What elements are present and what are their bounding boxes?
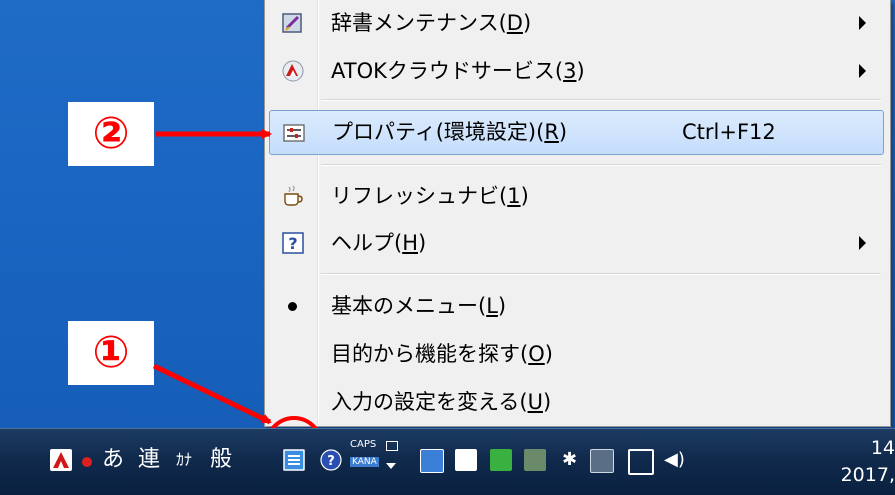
menu-item-input-settings[interactable]: 入力の設定を変える(U) <box>269 381 884 423</box>
usb-tray-icon[interactable] <box>524 449 546 471</box>
menu-item-label: リフレッシュナビ(1) <box>331 184 529 208</box>
volume-icon[interactable]: ◀) <box>664 445 685 475</box>
submenu-arrow-icon <box>859 64 866 78</box>
clock-time: 14 <box>870 437 895 459</box>
menu-item-basic-menu[interactable]: 基本のメニュー(L) <box>269 285 884 327</box>
menu-item-shortcut: Ctrl+F12 <box>682 120 776 144</box>
coffee-cup-icon <box>284 185 303 206</box>
atok-dictionary-icon <box>282 13 302 33</box>
menu-item-label: ATOKクラウドサービス(3) <box>331 59 585 83</box>
menu-item-properties[interactable]: プロパティ(環境設定)(R) Ctrl+F12 <box>269 110 884 155</box>
callout-step-2: ② <box>68 102 154 166</box>
ime-hiragana-mode[interactable]: あ <box>102 445 124 475</box>
menu-item-label: 入力の設定を変える(U) <box>331 390 552 414</box>
menu-item-help[interactable]: ? ヘルプ(H) <box>269 222 884 264</box>
menu-item-refresh-navi[interactable]: リフレッシュナビ(1) <box>269 175 884 217</box>
help-circle-icon[interactable]: ? <box>320 449 342 471</box>
calendar-tray-icon[interactable] <box>455 449 477 471</box>
menu-item-label: 基本のメニュー(L) <box>331 294 507 318</box>
submenu-arrow-icon <box>859 16 866 30</box>
menu-item-label: ヘルプ(H) <box>331 231 427 255</box>
bullet-icon <box>288 302 297 311</box>
windows-icon <box>386 441 398 451</box>
atok-context-menu: 辞書メンテナンス(D) ATOKクラウドサービス(3) プロパティ(環境設定)(… <box>264 0 891 427</box>
menu-item-find-by-purpose[interactable]: 目的から機能を探す(O) <box>269 333 884 375</box>
properties-icon <box>283 124 305 142</box>
menu-item-dictionary-maintenance[interactable]: 辞書メンテナンス(D) <box>269 2 884 44</box>
sync-tray-icon[interactable] <box>490 449 512 471</box>
bluetooth-icon[interactable]: ✱ <box>562 445 577 475</box>
app-tray-icon[interactable] <box>420 449 444 473</box>
help-icon: ? <box>282 232 304 254</box>
submenu-arrow-icon <box>859 236 866 250</box>
kana-indicator: KANA <box>350 457 379 467</box>
svg-text:?: ? <box>288 234 297 253</box>
dropdown-arrow-icon[interactable] <box>386 463 396 469</box>
system-clock[interactable]: 14 2017, <box>841 435 895 489</box>
menu-item-atok-cloud-service[interactable]: ATOKクラウドサービス(3) <box>269 50 884 92</box>
atok-logo-icon[interactable] <box>50 449 72 471</box>
callout-step-1: ① <box>68 321 154 385</box>
menu-separator <box>321 273 881 275</box>
windows-taskbar: あ 連 ｶﾅ 般 ? CAPS KANA ✱ ◀) 14 2017, <box>0 428 895 495</box>
atok-menu-icon[interactable] <box>283 449 305 471</box>
menu-item-label: 辞書メンテナンス(D) <box>331 11 532 35</box>
ime-conversion-mode[interactable]: 般 <box>210 445 232 475</box>
caps-indicator: CAPS <box>350 439 377 450</box>
svg-text:?: ? <box>327 454 335 469</box>
record-dot-icon <box>82 457 92 467</box>
atok-cloud-icon <box>282 60 304 82</box>
vmware-tray-icon[interactable] <box>590 449 614 473</box>
menu-separator <box>321 164 881 166</box>
network-icon[interactable] <box>628 449 654 475</box>
menu-separator <box>321 99 881 101</box>
menu-item-label: 目的から機能を探す(O) <box>331 342 553 366</box>
ime-renbun-mode[interactable]: 連 <box>138 445 160 475</box>
ime-kana-mode[interactable]: ｶﾅ <box>176 445 192 475</box>
clock-date: 2017, <box>840 464 895 486</box>
menu-item-label: プロパティ(環境設定)(R) <box>332 120 568 144</box>
